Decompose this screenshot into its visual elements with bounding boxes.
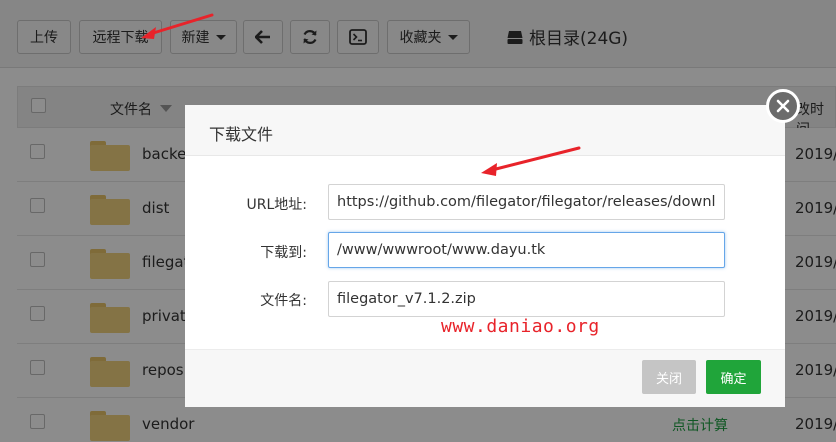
destination-input[interactable]	[328, 232, 725, 268]
url-label: URL地址:	[246, 197, 308, 213]
close-button-label: 关闭	[655, 371, 682, 387]
confirm-button[interactable]: 确定	[706, 360, 761, 394]
watermark-text: www.daniao.org	[441, 316, 600, 337]
close-icon	[776, 99, 790, 113]
dialog-title: 下载文件	[209, 125, 274, 144]
confirm-button-label: 确定	[720, 371, 747, 387]
download-file-dialog: 下载文件 URL地址: 下载到: 文件名: www.daniao.org 关闭 …	[185, 105, 785, 407]
dialog-footer: 关闭 确定	[185, 349, 785, 407]
destination-label: 下载到:	[260, 245, 307, 261]
filename-label: 文件名:	[260, 293, 307, 309]
dialog-close-icon[interactable]	[766, 89, 800, 123]
dialog-header: 下载文件	[185, 105, 785, 156]
filename-input[interactable]	[328, 281, 725, 317]
close-button[interactable]: 关闭	[642, 360, 696, 394]
url-input[interactable]	[328, 184, 725, 220]
